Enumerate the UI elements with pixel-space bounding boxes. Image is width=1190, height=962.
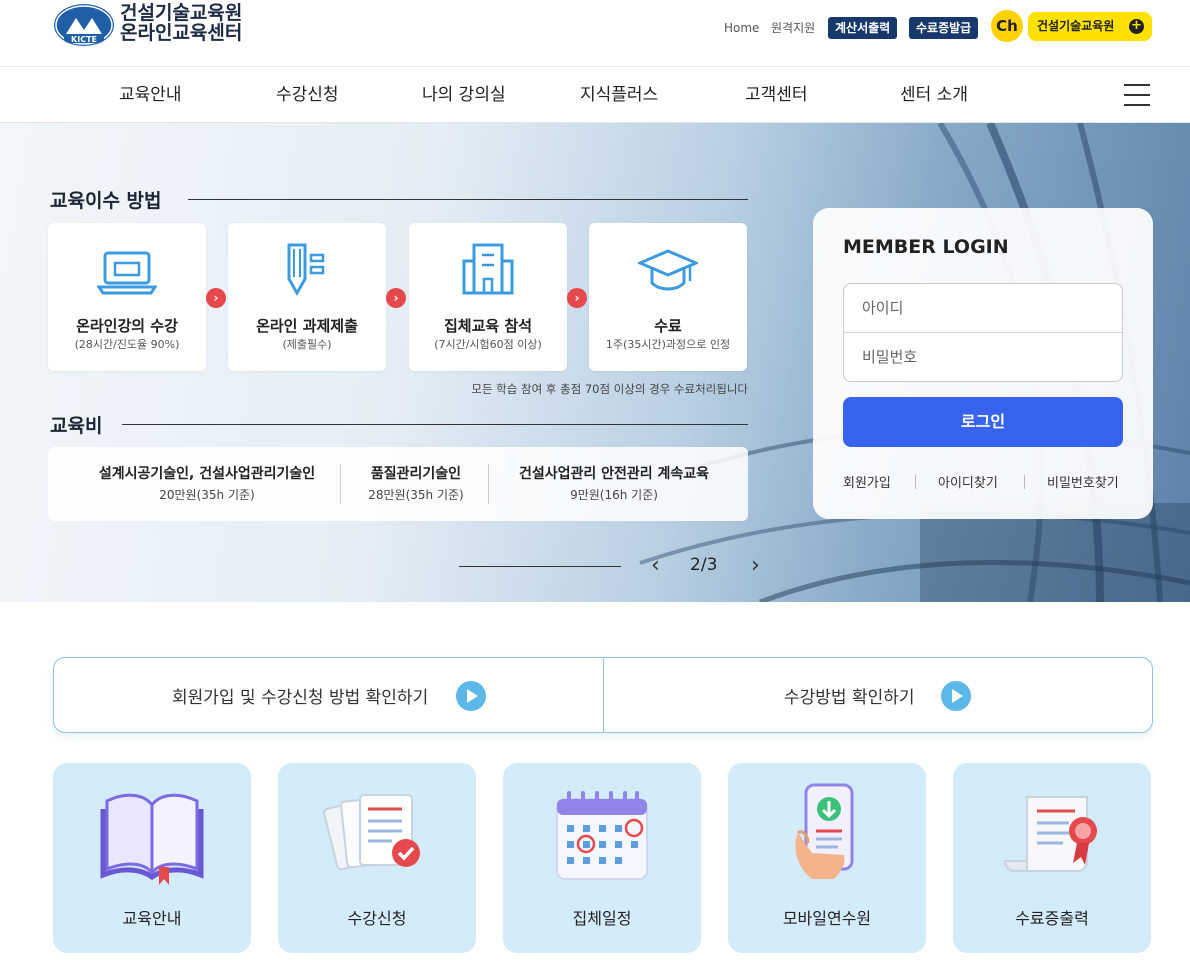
link-divider [915,475,916,489]
nav-item-knowledge-plus[interactable]: 지식플러스 [580,67,658,123]
play-icon [941,681,971,711]
nav-item-customer-center[interactable]: 고객센터 [745,67,808,123]
find-password-link[interactable]: 비밀번호찾기 [1047,472,1119,491]
home-link[interactable]: Home [724,17,759,39]
login-links: 회원가입 아이디찾기 비밀번호찾기 [843,472,1123,492]
main-navigation: 교육안내 수강신청 나의 강의실 지식플러스 고객센터 센터 소개 [0,66,1190,123]
invoice-print-button[interactable]: 계산서출력 [828,17,898,39]
link-divider [1024,475,1025,489]
quick-card-enrollment[interactable]: 수강신청 [278,763,476,953]
step-arrow-icon: › [386,288,406,308]
step-title: 집체교육 참석 [443,317,533,335]
step-title: 온라인 과제제출 [256,317,358,335]
step-arrow-icon: › [567,288,587,308]
guide-label: 회원가입 및 수강신청 방법 확인하기 [172,688,429,708]
step-card-group-training: 집체교육 참석 (7시간/시험60점 이상) [409,223,567,371]
laptop-icon [97,251,157,295]
nav-item-about[interactable]: 센터 소개 [900,67,968,123]
login-button[interactable]: 로그인 [843,397,1123,447]
top-header: KICTE 건설기술교육원 온라인교육센터 Home 원격지원 계산서출력 수료… [0,0,1190,66]
calendar-icon [556,791,648,880]
hamburger-menu-icon[interactable] [1124,84,1150,106]
member-login-panel: MEMBER LOGIN 로그인 회원가입 아이디찾기 비밀번호찾기 [813,208,1153,519]
slide-current: 2 [690,555,701,575]
password-input[interactable] [844,333,1122,381]
step-title: 수료 [654,317,682,335]
fee-item: 품질관리기술인 28만원(35h 기준) [344,463,488,503]
quick-card-label: 집체일정 [572,909,632,928]
fee-divider [340,464,341,504]
quick-card-label: 교육안내 [122,909,182,928]
step-title: 온라인강의 수강 [76,317,178,335]
step-card-completion: 수료 1주(35시간)과정으로 인정 [589,223,747,371]
step-desc: (제출필수) [282,338,332,351]
quick-card-schedule[interactable]: 집체일정 [503,763,701,953]
logo-line-2: 온라인교육센터 [120,22,243,44]
step-desc: 1주(35시간)과정으로 인정 [605,338,731,351]
quick-card-certificate[interactable]: 수료증출력 [953,763,1151,953]
fee-price: 20만원(35h 기준) [159,488,255,502]
play-icon [456,681,486,711]
fee-item: 설계시공기술인, 건설사업관리기술인 20만원(35h 기준) [68,463,346,503]
study-guide-button[interactable]: 수강방법 확인하기 [604,658,1153,732]
logo-badge-text: KICTE [71,35,97,44]
step-desc: (7시간/시험60점 이상) [434,338,542,351]
guide-label: 수강방법 확인하기 [784,688,915,708]
fee-price: 9만원(16h 기준) [570,488,658,502]
building-icon [462,243,514,295]
quick-card-edu-guide[interactable]: 교육안내 [53,763,251,953]
certificate-icon [1003,796,1097,872]
fee-price: 28만원(35h 기준) [368,488,464,502]
step-desc: (28시간/진도율 90%) [74,338,180,351]
fee-section-title: 교육비 [50,415,103,437]
completion-note: 모든 학습 참여 후 총점 70점 이상의 경우 수료처리됩니다 [471,382,748,396]
user-id-input[interactable] [844,284,1122,332]
plus-icon: + [1129,19,1144,34]
fee-name: 설계시공기술인, 건설사업관리기술인 [98,466,316,482]
fee-item: 건설사업관리 안전관리 계속교육 9만원(16h 기준) [492,463,736,503]
site-logo-text[interactable]: 건설기술교육원 온라인교육센터 [120,3,242,43]
fee-name: 품질관리기술인 [370,466,462,482]
quick-card-label: 모바일연수원 [782,909,872,928]
nav-item-edu-guide[interactable]: 교육안내 [119,67,182,123]
graduation-cap-icon [638,249,698,291]
open-book-icon [100,793,204,885]
step-card-assignment: 온라인 과제제출 (제출필수) [228,223,386,371]
kakao-channel-icon[interactable]: Ch [991,10,1023,42]
signup-guide-button[interactable]: 회원가입 및 수강신청 방법 확인하기 [54,658,603,732]
certificate-issue-button[interactable]: 수료증발급 [909,17,979,39]
steps-title-line [188,199,748,200]
kakao-channel-label: 건설기술교육원 [1037,19,1115,33]
pencil-doc-icon [287,243,325,297]
slide-progress-line [459,566,621,567]
fee-box: 설계시공기술인, 건설사업관리기술인 20만원(35h 기준) 품질관리기술인 … [48,447,748,521]
login-title: MEMBER LOGIN [843,236,1009,258]
nav-item-enrollment[interactable]: 수강신청 [276,67,339,123]
logo-line-1: 건설기술교육원 [120,2,243,24]
signup-link[interactable]: 회원가입 [843,472,891,491]
quick-card-mobile[interactable]: 모바일연수원 [728,763,926,953]
remote-support-link[interactable]: 원격지원 [771,17,815,39]
step-arrow-icon: › [206,288,226,308]
fee-title-line [122,424,748,425]
logo-icon[interactable]: KICTE [54,4,114,46]
guide-bar: 회원가입 및 수강신청 방법 확인하기 수강방법 확인하기 [53,657,1153,733]
nav-item-my-classroom[interactable]: 나의 강의실 [422,67,506,123]
mobile-download-icon [795,783,854,879]
kakao-channel-button[interactable]: 건설기술교육원 + [1028,12,1152,41]
slide-next-button[interactable]: › [751,553,760,578]
quick-card-label: 수강신청 [347,909,407,928]
slide-prev-button[interactable]: ‹ [651,553,660,578]
slide-total: 3 [706,555,718,575]
slide-counter: 2/3 [690,555,717,575]
login-fields [843,283,1123,382]
step-card-online-lecture: 온라인강의 수강 (28시간/진도율 90%) [48,223,206,371]
quick-card-label: 수료증출력 [1015,909,1089,928]
fee-name: 건설사업관리 안전관리 계속교육 [518,466,710,482]
hero-banner: 교육이수 방법 온라인강의 수강 (28시간/진도율 90%) › 온라인 과제… [0,123,1190,602]
application-docs-icon [323,794,420,871]
find-id-link[interactable]: 아이디찾기 [938,472,998,491]
fee-divider [488,464,489,504]
steps-section-title: 교육이수 방법 [50,190,162,212]
